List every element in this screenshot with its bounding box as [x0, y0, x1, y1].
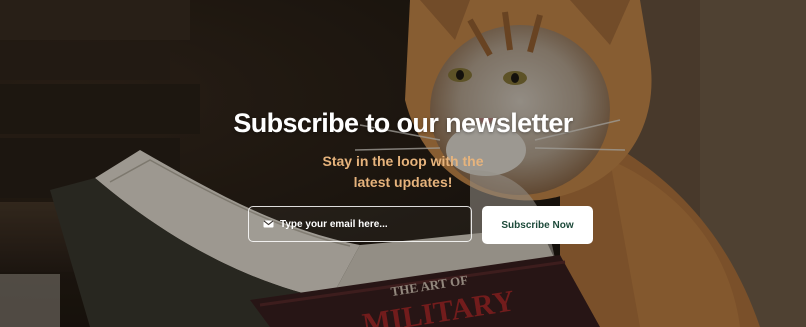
newsletter-title: Subscribe to our newsletter	[233, 108, 573, 138]
newsletter-hero: THE ART OF MILITARY Subscribe to our news…	[0, 0, 806, 327]
email-field-container[interactable]	[248, 206, 472, 242]
subscribe-button[interactable]: Subscribe Now	[482, 206, 593, 244]
email-input[interactable]	[280, 218, 460, 230]
mail-icon	[263, 220, 274, 228]
newsletter-section: Subscribe to our newsletter Stay in the …	[0, 0, 806, 327]
newsletter-subtitle: Stay in the loop with the latest updates…	[322, 153, 484, 190]
